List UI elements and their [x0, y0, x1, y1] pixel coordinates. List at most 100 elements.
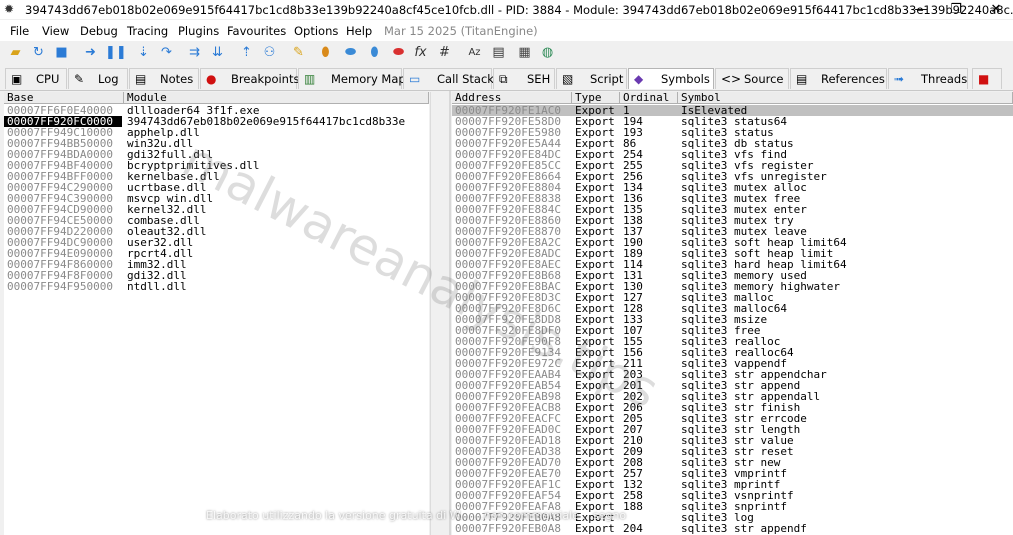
minimize-button[interactable]: —: [906, 0, 936, 19]
tab-call-stack[interactable]: ▭ Call Stack: [403, 68, 494, 89]
symbol-row[interactable]: 00007FF920FEB0A8 Export 204 sqlite3_str_app…: [452, 523, 1013, 534]
run-to-user-code-icon[interactable]: ⚇: [261, 44, 278, 61]
symbol-row[interactable]: 00007FF920FEAD0C Export 207 sqlite3_str_len…: [452, 424, 1013, 435]
globe-icon[interactable]: ◍: [539, 44, 556, 61]
symbol-row[interactable]: 00007FF920FEAB54 Export 201 sqlite3_str_app…: [452, 380, 1013, 391]
module-row[interactable]: 00007FF94C390000 msvcp_win.dll: [4, 193, 429, 204]
symbol-row[interactable]: 00007FF920FEAAB4 Export 203 sqlite3_str_app…: [452, 369, 1013, 380]
pane-splitter[interactable]: [449, 91, 451, 535]
module-row[interactable]: 00007FF94E090000 rpcrt4.dll: [4, 248, 429, 259]
symbol-row[interactable]: 00007FF920FEACFC Export 205 sqlite3_str_err…: [452, 413, 1013, 424]
header-ordinal[interactable]: Ordinal: [620, 92, 678, 104]
module-row[interactable]: 00007FF94F8F0000 gdi32.dll: [4, 270, 429, 281]
symbol-row[interactable]: 00007FF920FE90F8 Export 155 sqlite3_realloc: [452, 336, 1013, 347]
module-row[interactable]: 00007FF94D220000 oleaut32.dll: [4, 226, 429, 237]
module-row[interactable]: 00007FF94BF40000 bcryptprimitives.dll: [4, 160, 429, 171]
module-row[interactable]: 00007FF94F950000 ntdll.dll: [4, 281, 429, 292]
menu-debug[interactable]: Debug: [80, 24, 118, 38]
tab-threads[interactable]: ➟ Threads: [888, 68, 968, 89]
module-row[interactable]: 00007FF920FC0000 394743dd67eb018b02e069e9…: [4, 116, 429, 127]
bookmark-red-icon[interactable]: ⬬: [390, 44, 407, 61]
tab-source[interactable]: <> Source: [715, 68, 789, 89]
symbol-row[interactable]: 00007FF920FEAF1C Export 132 sqlite3_mprintf: [452, 479, 1013, 490]
stop-icon[interactable]: ■: [53, 44, 70, 61]
symbol-row[interactable]: 00007FF920FE5980 Export 193 sqlite3_status: [452, 127, 1013, 138]
symbol-row[interactable]: 00007FF920FE1AC0 Export 1 IsElevated: [452, 105, 1013, 116]
module-row[interactable]: 00007FF94C290000 ucrtbase.dll: [4, 182, 429, 193]
close-button[interactable]: ✕: [981, 0, 1011, 19]
symbol-row[interactable]: 00007FF920FE8804 Export 134 sqlite3_mutex_a…: [452, 182, 1013, 193]
symbol-row[interactable]: 00007FF920FE884C Export 135 sqlite3_mutex_e…: [452, 204, 1013, 215]
tab-log[interactable]: ✎ Log: [68, 68, 128, 89]
symbol-row[interactable]: 00007FF920FE8870 Export 137 sqlite3_mutex_l…: [452, 226, 1013, 237]
calculator-icon[interactable]: ▦: [516, 44, 533, 61]
tab-notes[interactable]: ▤ Notes: [129, 68, 199, 89]
run-icon[interactable]: ➜: [82, 44, 99, 61]
header-address[interactable]: Address: [452, 92, 572, 104]
module-row[interactable]: 00007FF94DC90000 user32.dll: [4, 237, 429, 248]
header-symbol[interactable]: Symbol: [678, 92, 1013, 104]
symbol-row[interactable]: 00007FF920FE9134 Export 156 sqlite3_realloc…: [452, 347, 1013, 358]
menu-plugins[interactable]: Plugins: [178, 24, 219, 38]
tab-overflow[interactable]: ■: [972, 68, 1002, 89]
tab-memory-map[interactable]: ▥ Memory Map: [298, 68, 406, 89]
module-row[interactable]: 00007FF94CE50000 combase.dll: [4, 215, 429, 226]
pause-icon[interactable]: ❚❚: [105, 44, 127, 61]
symbol-row[interactable]: 00007FF920FEACB8 Export 206 sqlite3_str_fin…: [452, 402, 1013, 413]
symbol-row[interactable]: 00007FF920FEAD18 Export 210 sqlite3_str_val…: [452, 435, 1013, 446]
header-base[interactable]: Base: [4, 92, 124, 104]
module-row[interactable]: 00007FF949C10000 apphelp.dll: [4, 127, 429, 138]
tab-breakpoints[interactable]: ● Breakpoints: [200, 68, 299, 89]
menu-file[interactable]: File: [10, 24, 29, 38]
module-row[interactable]: 00007FF6F0E40000 dllloader64_3f1f.exe: [4, 105, 429, 116]
font-icon[interactable]: Az: [466, 44, 483, 61]
comment-icon[interactable]: ✎: [290, 44, 307, 61]
module-row[interactable]: 00007FF94BDA0000 gdi32full.dll: [4, 149, 429, 160]
symbol-row[interactable]: 00007FF920FE8838 Export 136 sqlite3_mutex_f…: [452, 193, 1013, 204]
symbol-row[interactable]: 00007FF920FE972C Export 211 sqlite3_vappend…: [452, 358, 1013, 369]
symbol-row[interactable]: 00007FF920FE8AEC Export 114 sqlite3_hard_he…: [452, 259, 1013, 270]
symbol-row[interactable]: 00007FF920FE8BAC Export 130 sqlite3_memory_…: [452, 281, 1013, 292]
font-size-icon[interactable]: ▤: [490, 44, 507, 61]
symbol-row[interactable]: 00007FF920FE8DD8 Export 133 sqlite3_msize: [452, 314, 1013, 325]
bookmark-icon[interactable]: ⬬: [342, 44, 359, 61]
restart-icon[interactable]: ↻: [30, 44, 47, 61]
symbol-row[interactable]: 00007FF920FE8DF0 Export 107 sqlite3_free: [452, 325, 1013, 336]
menu-view[interactable]: View: [42, 24, 69, 38]
symbol-row[interactable]: 00007FF920FEAE70 Export 257 sqlite3_vmprint…: [452, 468, 1013, 479]
tab-script[interactable]: ▧ Script: [556, 68, 627, 89]
label-icon[interactable]: ⬮: [317, 44, 334, 61]
symbol-row[interactable]: 00007FF920FE58D0 Export 194 sqlite3_status6…: [452, 116, 1013, 127]
tab-symbols[interactable]: ◆ Symbols: [628, 68, 714, 89]
symbol-row[interactable]: 00007FF920FE8664 Export 256 sqlite3_vfs_unr…: [452, 171, 1013, 182]
function-icon[interactable]: fx: [412, 44, 429, 61]
header-type[interactable]: Type: [572, 92, 620, 104]
symbol-row[interactable]: 00007FF920FE8D6C Export 128 sqlite3_malloc6…: [452, 303, 1013, 314]
trace-into-icon[interactable]: ⇉: [186, 44, 203, 61]
module-row[interactable]: 00007FF94CD90000 kernel32.dll: [4, 204, 429, 215]
symbol-row[interactable]: 00007FF920FE85CC Export 255 sqlite3_vfs_reg…: [452, 160, 1013, 171]
step-over-icon[interactable]: ↷: [158, 44, 175, 61]
menu-options[interactable]: Options: [294, 24, 338, 38]
module-row[interactable]: 00007FF94F860000 imm32.dll: [4, 259, 429, 270]
tab-cpu[interactable]: ▣ CPU: [5, 68, 67, 89]
execute-till-return-icon[interactable]: ⇡: [238, 44, 255, 61]
menu-tracing[interactable]: Tracing: [127, 24, 168, 38]
symbol-row[interactable]: 00007FF920FE5A44 Export 86 sqlite3_db_statu…: [452, 138, 1013, 149]
header-module[interactable]: Module: [124, 92, 429, 104]
symbol-row[interactable]: 00007FF920FE8B68 Export 131 sqlite3_memory_…: [452, 270, 1013, 281]
symbol-row[interactable]: 00007FF920FEAB98 Export 202 sqlite3_str_app…: [452, 391, 1013, 402]
module-row[interactable]: 00007FF94BFF0000 kernelbase.dll: [4, 171, 429, 182]
symbol-row[interactable]: 00007FF920FE8ADC Export 189 sqlite3_soft_he…: [452, 248, 1013, 259]
module-row[interactable]: 00007FF94BB50000 win32u.dll: [4, 138, 429, 149]
symbol-row[interactable]: 00007FF920FEAD70 Export 208 sqlite3_str_new: [452, 457, 1013, 468]
maximize-button[interactable]: ❐: [941, 0, 971, 19]
tab-references[interactable]: ▤ References: [790, 68, 887, 89]
tab-seh[interactable]: ⧉ SEH: [493, 68, 555, 89]
menu-help[interactable]: Help: [346, 24, 372, 38]
symbol-row[interactable]: 00007FF920FEAF54 Export 258 sqlite3_vsnprin…: [452, 490, 1013, 501]
symbol-row[interactable]: 00007FF920FEAD38 Export 209 sqlite3_str_res…: [452, 446, 1013, 457]
hash-icon[interactable]: #: [436, 44, 453, 61]
symbol-row[interactable]: 00007FF920FE8A2C Export 190 sqlite3_soft_he…: [452, 237, 1013, 248]
symbol-row[interactable]: 00007FF920FE84DC Export 254 sqlite3_vfs_fin…: [452, 149, 1013, 160]
